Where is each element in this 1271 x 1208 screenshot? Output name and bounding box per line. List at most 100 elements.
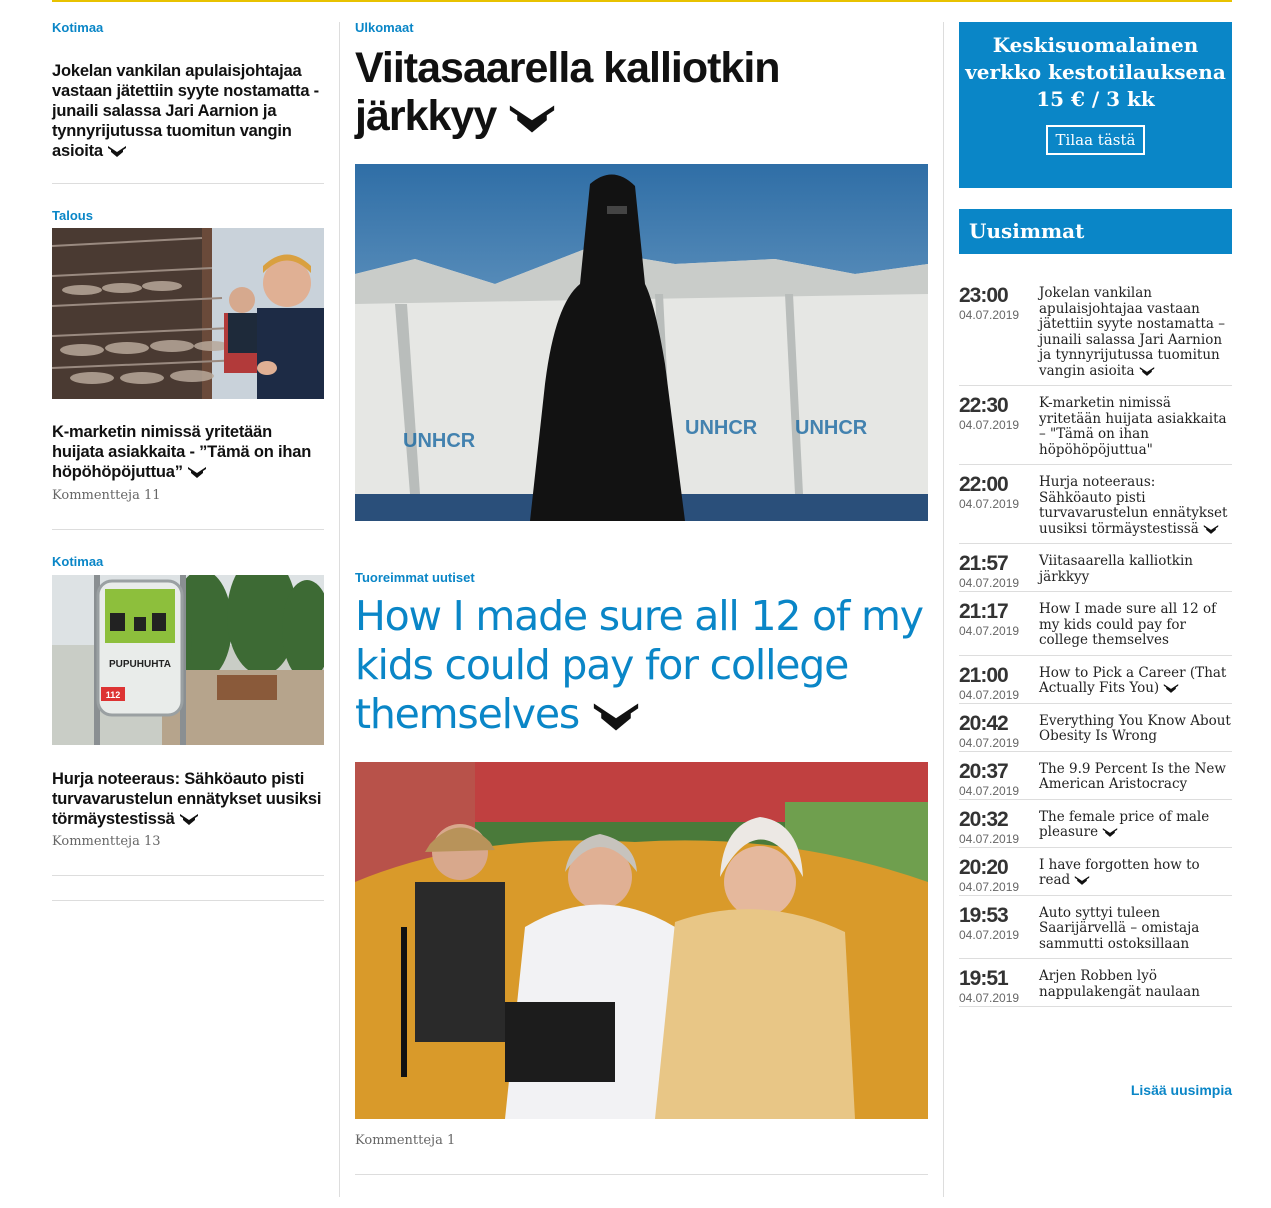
tent-logo-text: UNHCR — [685, 417, 758, 439]
category-link[interactable]: Kotimaa — [52, 20, 103, 35]
main-article-image[interactable]: UNHCR UNHCR UNHCR — [355, 164, 928, 521]
headline-text[interactable]: K-marketin nimissä yritetään huijata asi… — [52, 423, 311, 481]
headline-text[interactable]: Jokelan vankilan apulaisjohtajaa vastaan… — [52, 62, 319, 160]
sign-text: PUPUHUHTA — [109, 659, 171, 670]
item-title-text[interactable]: Arjen Robben lyö nappulakengät naulaan — [1039, 968, 1200, 1000]
item-title[interactable]: Jokelan vankilan apulaisjohtajaa vastaan… — [1039, 285, 1232, 379]
latest-news-item[interactable]: 19:53 04.07.2019 Auto syttyi tuleen Saarij… — [959, 896, 1232, 959]
latest-news-item[interactable]: 21:17 04.07.2019 How I made sure all 12 of… — [959, 592, 1232, 656]
premium-chevron-icon — [1103, 828, 1118, 837]
divider — [52, 900, 324, 901]
premium-chevron-icon — [593, 703, 639, 731]
headline-text[interactable]: Viitasaarella kalliotkin järkkyy — [355, 44, 781, 140]
latest-news-item[interactable]: 21:00 04.07.2019 How to Pick a Career (Tha… — [959, 656, 1232, 704]
item-title[interactable]: How I made sure all 12 of my kids could … — [1039, 601, 1232, 649]
premium-chevron-icon — [1075, 876, 1090, 885]
item-title[interactable]: Viitasaarella kalliotkin järkkyy — [1039, 553, 1232, 585]
item-time: 20:42 — [959, 711, 1009, 735]
item-title-text[interactable]: Auto syttyi tuleen Saarijärvellä – omist… — [1039, 905, 1199, 952]
item-title[interactable]: I have forgotten how to read — [1039, 857, 1232, 889]
item-time: 21:57 — [959, 552, 1009, 575]
promo-price: 15 € / 3 kk — [1036, 87, 1155, 111]
article-image-fish[interactable] — [52, 228, 324, 399]
item-title-text[interactable]: Hurja noteeraus: Sähköauto pisti turvava… — [1039, 474, 1227, 537]
item-title[interactable]: The 9.9 Percent Is the New American Aris… — [1039, 761, 1232, 793]
promo-line: verkko kestotilauksena — [965, 60, 1226, 84]
category-link[interactable]: Kotimaa — [52, 554, 103, 569]
premium-chevron-icon — [510, 105, 555, 133]
item-date: 04.07.2019 — [959, 576, 1020, 590]
item-time: 21:17 — [959, 600, 1009, 623]
latest-news-item[interactable]: 20:42 04.07.2019 Everything You Know About… — [959, 704, 1232, 752]
item-date: 04.07.2019 — [959, 783, 1020, 798]
second-article-image[interactable] — [355, 762, 928, 1119]
item-title-text[interactable]: The 9.9 Percent Is the New American Aris… — [1039, 761, 1226, 793]
item-time: 20:20 — [959, 855, 1009, 879]
promo-text: Keskisuomalainen verkko kestotilauksena … — [959, 32, 1232, 113]
category-link[interactable]: Ulkomaat — [355, 20, 414, 35]
item-title-text[interactable]: The female price of male pleasure — [1039, 809, 1209, 841]
divider — [52, 183, 324, 184]
item-title-text[interactable]: How to Pick a Career (That Actually Fits… — [1039, 665, 1226, 697]
item-title[interactable]: The female price of male pleasure — [1039, 809, 1232, 841]
latest-news-item[interactable]: 20:37 04.07.2019 The 9.9 Percent Is the Ne… — [959, 752, 1232, 800]
comment-count[interactable]: Kommentteja 11 — [52, 488, 161, 503]
item-title[interactable]: Hurja noteeraus: Sähköauto pisti turvava… — [1039, 474, 1232, 537]
item-date: 04.07.2019 — [959, 991, 1020, 1005]
article-image-sign[interactable]: PUPUHUHTA 112 — [52, 575, 324, 745]
item-title-text[interactable]: Viitasaarella kalliotkin järkkyy — [1039, 553, 1193, 585]
item-title-text[interactable]: I have forgotten how to read — [1039, 857, 1200, 889]
article-headline[interactable]: K-marketin nimissä yritetään huijata asi… — [52, 422, 324, 482]
column-divider-right — [943, 22, 944, 1197]
latest-news-item[interactable]: 21:57 04.07.2019 Viitasaarella kalliotkin … — [959, 544, 1232, 592]
column-divider-left — [339, 22, 340, 1197]
latest-news-item[interactable]: 20:20 04.07.2019 I have forgotten how to r… — [959, 848, 1232, 896]
item-time: 22:00 — [959, 473, 1009, 496]
item-title-text[interactable]: K-marketin nimissä yritetään huijata asi… — [1039, 395, 1227, 458]
category-link[interactable]: Talous — [52, 208, 93, 223]
item-date: 04.07.2019 — [959, 687, 1020, 702]
article-headline[interactable]: Hurja noteeraus: Sähköauto pisti turvava… — [52, 769, 324, 829]
tent-logo-text: UNHCR — [795, 417, 868, 439]
latest-news-item[interactable]: 20:32 04.07.2019 The female price of male … — [959, 800, 1232, 848]
top-accent-line — [52, 0, 1232, 2]
item-date: 04.07.2019 — [959, 418, 1020, 432]
tent-logo-text: UNHCR — [403, 430, 476, 452]
item-title[interactable]: Arjen Robben lyö nappulakengät naulaan — [1039, 968, 1232, 1000]
item-title[interactable]: How to Pick a Career (That Actually Fits… — [1039, 665, 1232, 697]
promo-line: Keskisuomalainen — [992, 33, 1199, 57]
divider — [52, 529, 324, 530]
latest-news-item[interactable]: 19:51 04.07.2019 Arjen Robben lyö nappulak… — [959, 959, 1232, 1007]
item-date: 04.07.2019 — [959, 497, 1020, 511]
subscribe-button[interactable]: Tilaa tästä — [1045, 125, 1146, 155]
article-headline[interactable]: Jokelan vankilan apulaisjohtajaa vastaan… — [52, 61, 324, 161]
subscription-promo[interactable]: Keskisuomalainen verkko kestotilauksena … — [959, 22, 1232, 188]
item-title[interactable]: Everything You Know About Obesity Is Wro… — [1039, 713, 1232, 745]
main-headline[interactable]: Viitasaarella kalliotkin järkkyy — [355, 44, 915, 140]
item-time: 21:00 — [959, 663, 1009, 687]
item-date: 04.07.2019 — [959, 927, 1020, 942]
item-time: 19:53 — [959, 903, 1009, 927]
latest-news-item[interactable]: 22:00 04.07.2019 Hurja noteeraus: Sähköaut… — [959, 465, 1232, 544]
item-date: 04.07.2019 — [959, 735, 1020, 750]
item-date: 04.07.2019 — [959, 308, 1020, 322]
second-headline[interactable]: How I made sure all 12 of my kids could … — [355, 592, 928, 739]
item-title-text[interactable]: How I made sure all 12 of my kids could … — [1039, 601, 1216, 648]
item-title-text[interactable]: Jokelan vankilan apulaisjohtajaa vastaan… — [1039, 285, 1225, 379]
more-latest-link[interactable]: Lisää uusimpia — [1100, 1082, 1232, 1098]
item-time: 23:00 — [959, 284, 1009, 307]
latest-news-item[interactable]: 22:30 04.07.2019 K-marketin nimissä yritet… — [959, 386, 1232, 465]
premium-chevron-icon — [1203, 524, 1219, 534]
latest-news-item[interactable]: 23:00 04.07.2019 Jokelan vankilan apulaisj… — [959, 276, 1232, 386]
item-time: 20:37 — [959, 759, 1009, 783]
comment-count[interactable]: Kommentteja 1 — [355, 1133, 455, 1148]
premium-chevron-icon — [1164, 684, 1179, 693]
comment-count[interactable]: Kommentteja 13 — [52, 834, 161, 849]
item-title[interactable]: K-marketin nimissä yritetään huijata asi… — [1039, 395, 1232, 458]
item-date: 04.07.2019 — [959, 624, 1020, 638]
sign-number: 112 — [106, 690, 121, 700]
item-title[interactable]: Auto syttyi tuleen Saarijärvellä – omist… — [1039, 905, 1232, 953]
category-link[interactable]: Tuoreimmat uutiset — [355, 570, 475, 585]
item-title-text[interactable]: Everything You Know About Obesity Is Wro… — [1039, 713, 1231, 745]
item-time: 20:32 — [959, 807, 1009, 831]
